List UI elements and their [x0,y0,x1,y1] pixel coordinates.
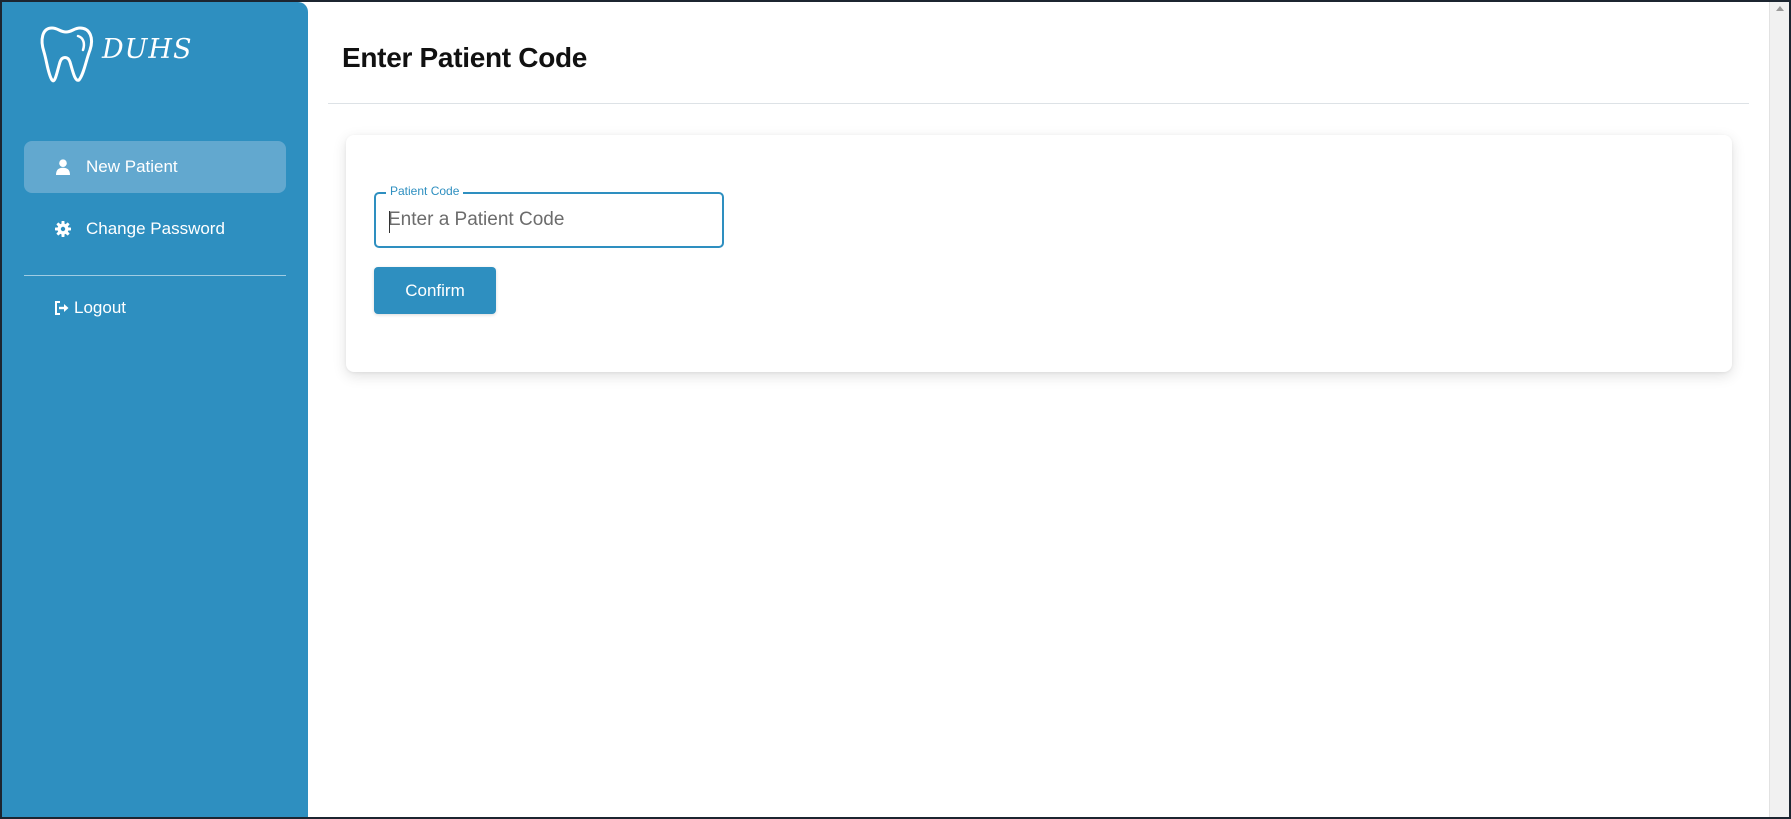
sidebar-item-new-patient[interactable]: New Patient [24,141,286,193]
patient-code-input[interactable] [376,194,722,246]
scroll-up-arrow-icon[interactable] [1776,6,1784,11]
vertical-scrollbar[interactable] [1769,2,1789,817]
gear-icon [54,220,72,238]
sidebar: DUHS New Patient Change Password Logout [2,2,308,817]
sidebar-nav: New Patient Change Password [24,141,286,265]
user-icon [54,158,72,176]
tooth-logo-icon [40,26,94,83]
patient-code-label: Patient Code [386,184,464,198]
confirm-button[interactable]: Confirm [374,267,496,314]
text-caret [389,211,390,233]
sign-out-icon [54,301,70,315]
app-window: DUHS New Patient Change Password Logout … [2,2,1789,817]
sidebar-item-change-password[interactable]: Change Password [24,203,286,255]
sidebar-item-label: Change Password [86,219,225,238]
brand-logo[interactable]: DUHS [38,22,192,84]
logout-link[interactable]: Logout [54,298,126,318]
sidebar-item-label: New Patient [86,157,178,176]
logo-text: DUHS [102,33,193,65]
patient-code-field: Patient Code [374,184,724,248]
page-title: Enter Patient Code [342,42,588,73]
logout-label: Logout [74,298,126,317]
title-divider [328,103,1749,104]
patient-code-card: Patient Code Confirm [346,135,1732,372]
sidebar-divider [24,275,286,276]
main-content: Enter Patient Code Patient Code Confirm [308,2,1769,817]
